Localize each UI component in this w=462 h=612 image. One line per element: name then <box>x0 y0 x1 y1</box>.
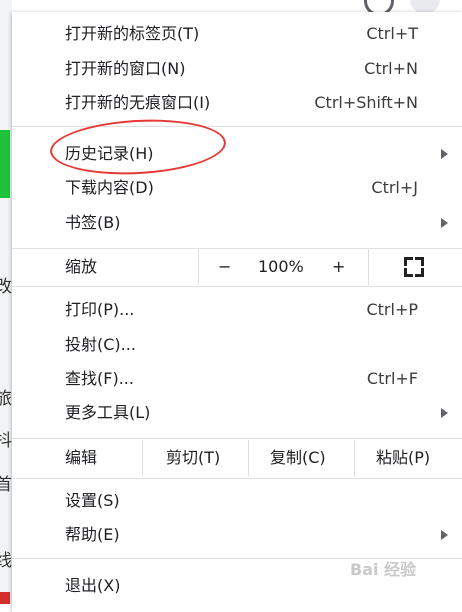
menu-item-shortcut: Ctrl+J <box>371 178 418 197</box>
menu-item-label: 退出(X) <box>65 576 121 595</box>
watermark: Bai 经验 <box>350 560 417 579</box>
menu-item-label: 打印(P)... <box>65 300 135 319</box>
divider <box>368 249 369 285</box>
menu-item-cast[interactable]: 投射(C)... <box>12 328 462 362</box>
chrome-main-menu: 打开新的标签页(T) Ctrl+T 打开新的窗口(N) Ctrl+N 打开新的无… <box>12 12 462 612</box>
submenu-arrow-icon <box>441 530 448 540</box>
zoom-level: 100% <box>258 257 304 276</box>
menu-item-label: 更多工具(L) <box>65 403 151 422</box>
menu-item-more-tools[interactable]: 更多工具(L) <box>12 396 462 430</box>
menu-item-label: 打开新的窗口(N) <box>65 59 186 78</box>
menu-item-bookmarks[interactable]: 书签(B) <box>12 206 462 240</box>
submenu-arrow-icon <box>441 218 448 228</box>
menu-item-downloads[interactable]: 下载内容(D) Ctrl+J <box>12 171 462 205</box>
zoom-in-button[interactable]: + <box>332 249 345 285</box>
zoom-out-button[interactable]: − <box>218 249 231 285</box>
background-red-strip <box>0 592 10 604</box>
background-green-strip <box>0 130 10 198</box>
menu-item-shortcut: Ctrl+Shift+N <box>314 93 418 112</box>
cut-button[interactable]: 剪切(T) <box>166 440 220 476</box>
divider <box>142 440 143 476</box>
submenu-arrow-icon <box>441 149 448 159</box>
menu-item-label: 打开新的无痕窗口(I) <box>65 93 211 112</box>
menu-item-settings[interactable]: 设置(S) <box>12 484 462 518</box>
background-text: 抖 <box>0 431 12 451</box>
menu-item-new-incognito-window[interactable]: 打开新的无痕窗口(I) Ctrl+Shift+N <box>12 86 462 120</box>
menu-item-shortcut: Ctrl+N <box>364 59 418 78</box>
background-text: 旅 <box>0 389 12 409</box>
menu-item-shortcut: Ctrl+F <box>366 369 418 388</box>
background-text: 改 <box>0 277 12 297</box>
menu-separator <box>12 126 462 127</box>
menu-item-shortcut: Ctrl+P <box>366 300 418 319</box>
menu-zoom-row: 缩放 − 100% + <box>12 249 462 285</box>
menu-separator <box>12 286 462 287</box>
divider <box>198 249 199 285</box>
zoom-label: 缩放 <box>65 257 98 276</box>
copy-button[interactable]: 复制(C) <box>270 440 326 476</box>
fullscreen-icon[interactable] <box>404 257 424 277</box>
menu-item-new-window[interactable]: 打开新的窗口(N) Ctrl+N <box>12 52 462 86</box>
menu-item-label: 下载内容(D) <box>65 178 154 197</box>
background-page: 改 旅 抖 首 线 <box>0 0 12 604</box>
paste-button[interactable]: 粘贴(P) <box>376 440 430 476</box>
background-text: 线 <box>0 551 12 571</box>
menu-item-label: 设置(S) <box>65 491 120 510</box>
divider <box>354 440 355 476</box>
menu-item-label: 查找(F)... <box>65 369 134 388</box>
menu-item-find[interactable]: 查找(F)... Ctrl+F <box>12 362 462 396</box>
menu-item-label: 打开新的标签页(T) <box>65 24 200 43</box>
submenu-arrow-icon <box>441 408 448 418</box>
menu-item-label: 投射(C)... <box>65 335 136 354</box>
edit-label: 编辑 <box>65 448 98 467</box>
menu-item-help[interactable]: 帮助(E) <box>12 518 462 552</box>
menu-separator <box>12 478 462 479</box>
menu-item-print[interactable]: 打印(P)... Ctrl+P <box>12 293 462 327</box>
menu-item-label: 书签(B) <box>65 213 121 232</box>
menu-item-label: 帮助(E) <box>65 525 120 544</box>
menu-item-shortcut: Ctrl+T <box>366 24 418 43</box>
menu-separator <box>12 438 462 439</box>
menu-item-new-tab[interactable]: 打开新的标签页(T) Ctrl+T <box>12 17 462 51</box>
divider <box>248 440 249 476</box>
background-text: 首 <box>0 475 12 495</box>
menu-edit-row: 编辑 剪切(T) 复制(C) 粘贴(P) <box>12 440 462 476</box>
